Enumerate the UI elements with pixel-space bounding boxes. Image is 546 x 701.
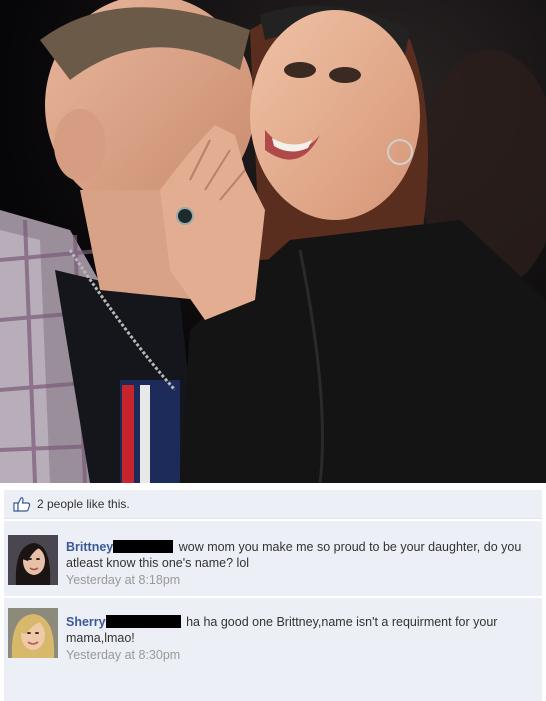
couple-photo-icon [0,0,546,483]
redaction-bar [113,540,174,553]
comment-body: Sherry ha ha good one Brittney,name isn'… [66,614,532,663]
likes-bar: 2 people like this. [4,490,542,519]
thumbs-up-icon[interactable] [13,496,31,512]
post-feedback: 2 people like this. Brittney wow mom you… [0,483,546,701]
post-photo[interactable] [0,0,546,483]
redaction-bar [105,615,181,628]
comment-item: Sherry ha ha good one Brittney,name isn'… [4,597,542,701]
comment-author[interactable]: Sherry [66,615,106,629]
comment-timestamp[interactable]: Yesterday at 8:30pm [66,647,532,663]
comment-author[interactable]: Brittney [66,540,113,554]
comment-item: Brittney wow mom you make me so proud to… [4,520,542,596]
comment-body: Brittney wow mom you make me so proud to… [66,539,532,588]
comment-timestamp[interactable]: Yesterday at 8:18pm [66,572,532,588]
avatar[interactable] [8,608,58,658]
likes-count[interactable]: 2 people like this. [37,497,130,511]
avatar[interactable] [8,535,58,585]
